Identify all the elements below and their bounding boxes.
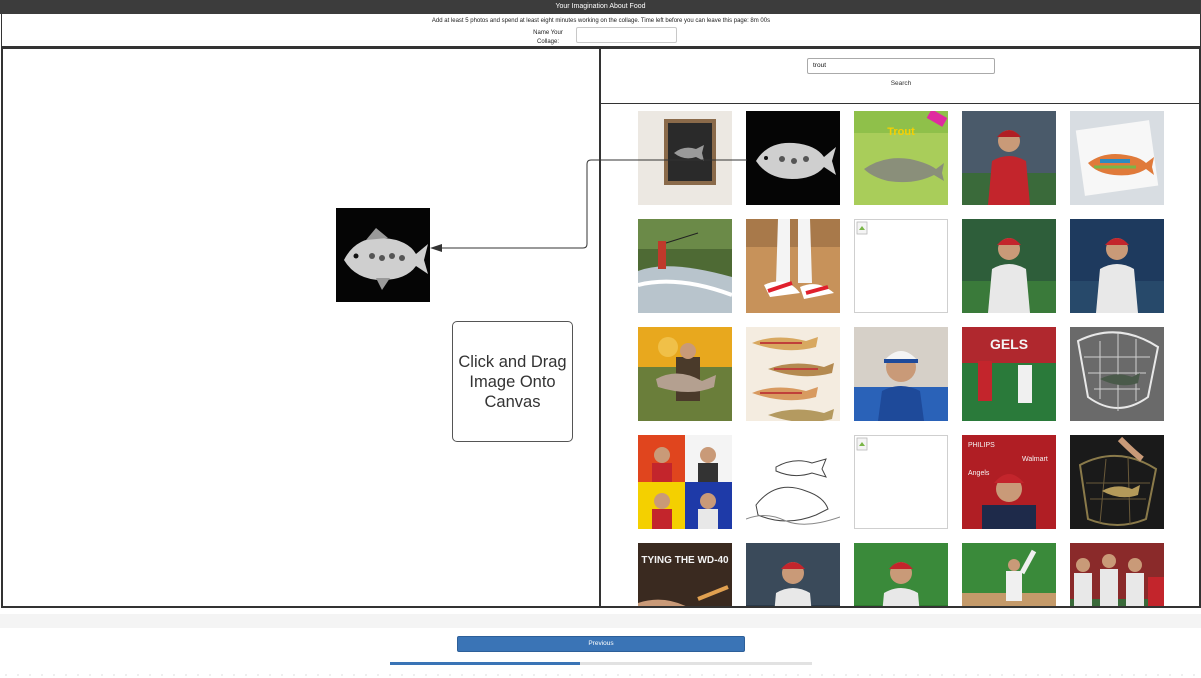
result-thumbnail[interactable] (1070, 543, 1164, 606)
search-input[interactable]: trout (807, 58, 995, 74)
result-thumbnail[interactable] (1070, 219, 1164, 313)
result-thumbnail[interactable] (854, 435, 948, 529)
result-thumbnail[interactable] (638, 327, 732, 421)
result-thumbnail[interactable] (1070, 111, 1164, 205)
image-search-panel: trout Search Trout GELS PHILIPS Walmart Ange… (601, 47, 1201, 608)
collage-canvas[interactable]: Click and Drag Image Onto Canvas (1, 47, 601, 608)
instructions-text: Add at least 5 photos and spend at least… (431, 18, 771, 24)
result-thumbnail[interactable] (854, 543, 948, 606)
collage-name-label: Name Your Collage: (533, 30, 563, 45)
result-thumbnail[interactable] (746, 111, 840, 205)
result-thumbnail[interactable] (746, 327, 840, 421)
search-button[interactable]: Search (871, 80, 931, 87)
result-thumbnail[interactable] (746, 219, 840, 313)
progress-fill (390, 662, 580, 665)
svg-text:Angels: Angels (968, 470, 990, 477)
result-thumbnail[interactable] (962, 111, 1056, 205)
result-thumbnail[interactable]: Trout (854, 111, 948, 205)
result-thumbnail[interactable] (854, 219, 948, 313)
svg-text:PHILIPS: PHILIPS (968, 442, 995, 449)
result-thumbnail[interactable] (1070, 327, 1164, 421)
drag-hint-box: Click and Drag Image Onto Canvas (452, 321, 573, 442)
placed-image[interactable] (336, 208, 430, 302)
result-thumbnail[interactable] (638, 219, 732, 313)
result-thumbnail[interactable]: TYING THE WD-40 (638, 543, 732, 606)
footer-band (0, 614, 1201, 628)
collage-name-input[interactable] (576, 27, 677, 43)
result-thumbnail[interactable]: PHILIPS Walmart Angels (962, 435, 1056, 529)
collage-header: Add at least 5 photos and spend at least… (1, 14, 1201, 47)
result-thumbnail[interactable] (962, 219, 1056, 313)
result-thumbnail[interactable] (854, 327, 948, 421)
result-thumbnail[interactable] (638, 435, 732, 529)
svg-text:Trout: Trout (887, 126, 915, 138)
result-thumbnail[interactable] (1070, 435, 1164, 529)
search-area: trout Search (601, 49, 1199, 104)
progress-bar (390, 662, 812, 665)
result-thumbnail[interactable] (962, 543, 1056, 606)
footer-dots (0, 674, 1201, 676)
svg-text:Walmart: Walmart (1022, 456, 1048, 463)
svg-text:GELS: GELS (990, 336, 1028, 352)
result-thumbnail[interactable] (746, 435, 840, 529)
result-thumbnail[interactable] (638, 111, 732, 205)
svg-text:TYING THE WD-40: TYING THE WD-40 (641, 555, 729, 566)
result-thumbnail[interactable] (746, 543, 840, 606)
previous-button[interactable]: Previous (457, 636, 745, 652)
page-title: Your Imagination About Food (0, 0, 1201, 14)
result-thumbnail[interactable]: GELS (962, 327, 1056, 421)
